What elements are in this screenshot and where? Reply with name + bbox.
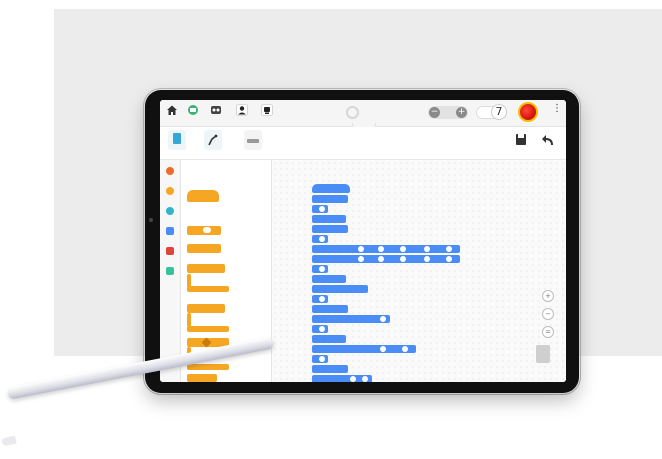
code-slot xyxy=(424,256,430,262)
zoom-out-button[interactable]: − xyxy=(429,107,440,118)
code-slot xyxy=(402,346,408,352)
palette-hat-block[interactable] xyxy=(187,190,219,202)
palette-block-2[interactable] xyxy=(187,244,221,253)
zoom-in-button[interactable]: + xyxy=(456,107,467,118)
code-block[interactable] xyxy=(312,335,346,343)
code-hat-block[interactable] xyxy=(312,184,350,193)
palette-c-foot-2 xyxy=(187,326,229,332)
category-dot-3[interactable] xyxy=(166,207,174,215)
file-icon xyxy=(173,133,181,144)
vehicle-icon xyxy=(247,139,259,143)
code-slot xyxy=(358,256,364,262)
code-slot xyxy=(446,256,452,262)
arm-tool-button[interactable] xyxy=(204,130,222,150)
tablet-screen: − + 7 ⋮ ︿ xyxy=(160,100,566,382)
code-slot xyxy=(400,256,406,262)
zoom-control: − + xyxy=(428,106,468,119)
code-slot xyxy=(319,206,325,212)
code-block[interactable] xyxy=(312,355,328,363)
number-badge[interactable]: 7 xyxy=(491,104,507,120)
code-block[interactable] xyxy=(312,205,328,213)
code-block[interactable] xyxy=(312,275,346,283)
code-slot xyxy=(362,376,368,382)
code-slot xyxy=(319,296,325,302)
code-slot xyxy=(350,376,356,382)
code-slot xyxy=(378,256,384,262)
vehicle-tool-button[interactable] xyxy=(244,130,262,150)
code-slot xyxy=(358,246,364,252)
code-slot xyxy=(319,266,325,272)
home-icon[interactable] xyxy=(166,104,178,116)
stylus-tip xyxy=(1,435,17,447)
category-dot-6[interactable] xyxy=(166,267,174,275)
palette-block-6[interactable] xyxy=(187,374,217,382)
category-dot-2[interactable] xyxy=(166,187,174,195)
code-block[interactable] xyxy=(312,285,368,293)
zoom-in-icon[interactable]: + xyxy=(542,290,554,302)
code-block[interactable] xyxy=(312,305,348,313)
code-block[interactable] xyxy=(312,265,328,273)
code-block-long[interactable] xyxy=(312,255,460,263)
trash-icon[interactable] xyxy=(536,345,550,363)
reset-zoom-icon[interactable]: = xyxy=(542,326,554,338)
save-tool-button[interactable] xyxy=(512,130,530,150)
user-icon[interactable] xyxy=(236,104,248,116)
code-block[interactable] xyxy=(312,365,348,373)
code-slot xyxy=(378,246,384,252)
code-slot xyxy=(446,246,452,252)
palette-slot xyxy=(203,227,211,233)
code-block[interactable] xyxy=(312,215,346,223)
palette-c-arm-2 xyxy=(187,313,191,327)
emergency-stop-button[interactable] xyxy=(518,102,538,122)
zoom-out-icon[interactable]: − xyxy=(542,308,554,320)
undo-icon xyxy=(542,135,553,145)
code-block[interactable] xyxy=(312,225,348,233)
code-block[interactable] xyxy=(312,325,328,333)
code-block[interactable] xyxy=(312,195,348,203)
category-dot-5[interactable] xyxy=(166,247,174,255)
code-block[interactable] xyxy=(312,235,328,243)
more-menu-icon[interactable]: ⋮ xyxy=(552,104,562,114)
undo-tool-button[interactable] xyxy=(540,130,558,150)
category-sidebar xyxy=(160,160,181,382)
file-tool-button[interactable] xyxy=(168,130,186,150)
code-block[interactable] xyxy=(312,375,372,382)
code-slot xyxy=(424,246,430,252)
robot-arm-icon xyxy=(208,134,218,146)
palette-c-foot-3 xyxy=(187,364,229,370)
code-slot xyxy=(319,236,325,242)
palette-block-3[interactable] xyxy=(187,264,225,273)
robot-icon[interactable] xyxy=(187,104,199,116)
code-slot xyxy=(319,326,325,332)
palette-diamond xyxy=(201,337,212,348)
code-workspace[interactable]: + − = xyxy=(272,160,566,382)
device-icon[interactable] xyxy=(261,104,273,116)
category-dot-1[interactable] xyxy=(166,167,174,175)
code-block[interactable] xyxy=(312,295,328,303)
code-block[interactable] xyxy=(312,315,390,323)
palette-c-foot-1 xyxy=(187,286,229,292)
category-dot-4[interactable] xyxy=(166,227,174,235)
code-block[interactable] xyxy=(312,345,416,353)
connect-icon[interactable] xyxy=(210,104,222,116)
code-slot xyxy=(319,356,325,362)
palette-block-4[interactable] xyxy=(187,304,225,313)
code-block-long[interactable] xyxy=(312,245,460,253)
save-icon xyxy=(516,134,526,145)
code-slot xyxy=(380,316,386,322)
brand-logo xyxy=(346,106,359,119)
tablet-camera xyxy=(149,218,153,222)
app-toolbar xyxy=(160,127,566,160)
code-slot xyxy=(400,246,406,252)
palette-block-1[interactable] xyxy=(187,226,221,235)
code-slot xyxy=(380,346,386,352)
